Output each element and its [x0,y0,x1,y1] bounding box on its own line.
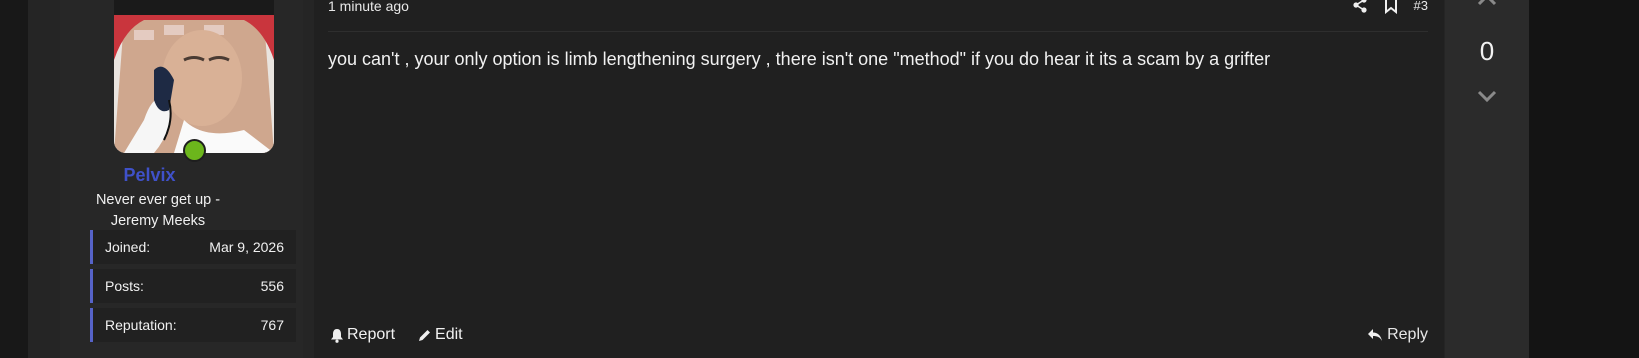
outer-background-right [1528,0,1639,358]
online-status-indicator [183,139,206,162]
edit-label: Edit [435,326,463,343]
stat-label: Reputation: [105,317,177,333]
post-content-panel: 1 minute ago #3 you can't , your only op… [314,0,1444,358]
stat-value: Mar 9, 2026 [209,239,284,255]
stat-posts: Posts: 556 [90,269,296,303]
bell-icon [331,328,343,343]
vote-count: 0 [1479,36,1495,66]
stat-label: Posts: [105,278,144,294]
vote-panel: 0 [1445,0,1529,358]
report-button[interactable]: Report [330,326,395,344]
outer-background-left [0,0,28,358]
share-icon[interactable] [1352,0,1368,13]
stat-value: 767 [260,317,284,333]
report-label: Report [347,326,396,343]
upvote-icon[interactable] [1477,0,1497,8]
post-actions: Report Edit [330,326,463,344]
reply-icon [1368,329,1383,341]
user-title: Never ever get up - Jeremy Meeks [95,192,221,229]
bookmark-icon[interactable] [1384,0,1398,14]
stat-joined: Joined: Mar 9, 2026 [90,230,296,264]
reply-button[interactable]: Reply [1367,326,1428,344]
avatar[interactable] [114,0,274,153]
pencil-icon [419,329,431,341]
stat-reputation: Reputation: 767 [90,308,296,342]
post-container: Pelvix Never ever get up - Jeremy Meeks … [28,0,1529,358]
divider [328,31,1428,32]
post-body: you can't , your only option is limb len… [328,49,1271,69]
edit-button[interactable]: Edit [417,326,463,344]
stat-value: 556 [260,278,284,294]
reply-label: Reply [1387,326,1428,343]
stat-label: Joined: [105,239,151,255]
post-number[interactable]: #3 [1414,0,1428,13]
post-timestamp[interactable]: 1 minute ago [328,0,409,14]
post-meta-actions: #3 [1352,0,1428,14]
downvote-icon[interactable] [1477,88,1497,104]
username[interactable]: Pelvix [28,165,271,186]
